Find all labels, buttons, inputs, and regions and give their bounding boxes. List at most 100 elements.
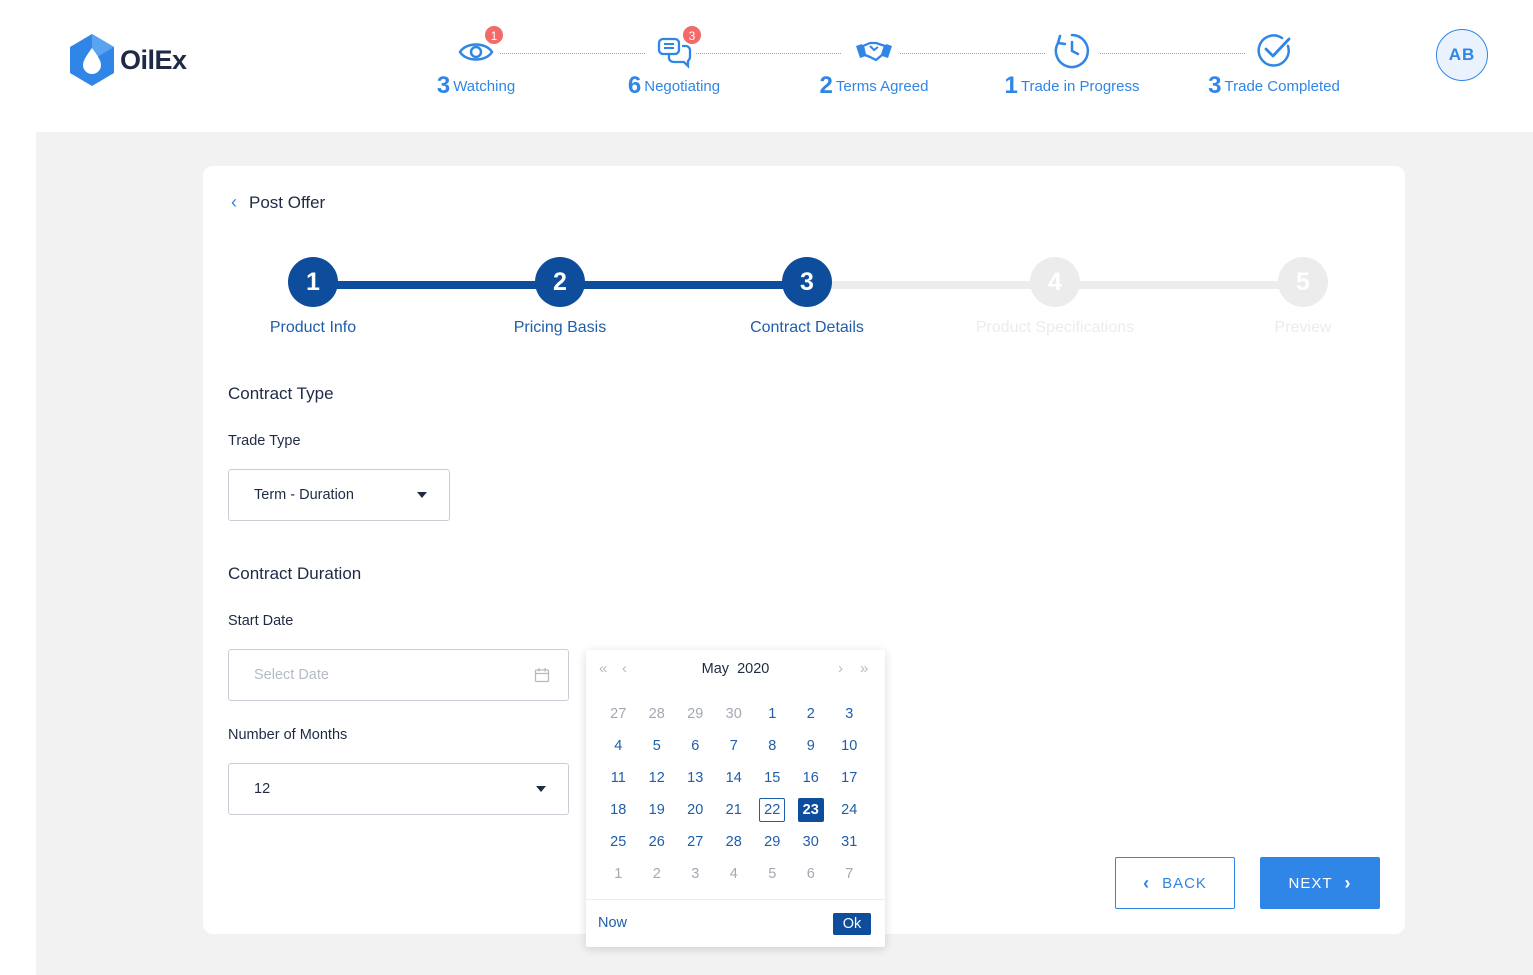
contract-type-heading: Contract Type bbox=[228, 384, 334, 403]
ok-button[interactable]: Ok bbox=[833, 913, 871, 935]
calendar-day-number: 26 bbox=[648, 834, 665, 850]
calendar-day[interactable]: 7 bbox=[830, 858, 869, 890]
calendar-day-number: 24 bbox=[841, 802, 858, 818]
status-negotiating[interactable]: 3 6 Negotiating bbox=[584, 25, 764, 100]
calendar-day[interactable]: 15 bbox=[753, 762, 792, 794]
calendar-day[interactable]: 14 bbox=[715, 762, 754, 794]
calendar-day[interactable]: 8 bbox=[753, 730, 792, 762]
status-count: 6 bbox=[627, 72, 642, 99]
calendar-day-number: 7 bbox=[729, 738, 738, 754]
calendar-day-number: 6 bbox=[806, 866, 815, 882]
months-label: Number of Months bbox=[228, 727, 348, 743]
calendar-day[interactable]: 7 bbox=[715, 730, 754, 762]
calendar-day[interactable]: 20 bbox=[676, 794, 715, 826]
start-date-placeholder: Select Date bbox=[254, 667, 329, 683]
status-trade-completed[interactable]: 3 Trade Completed bbox=[1184, 30, 1364, 100]
calendar-day[interactable]: 27 bbox=[676, 826, 715, 858]
months-select[interactable]: 12 bbox=[228, 763, 569, 815]
calendar-day-number: 1 bbox=[768, 706, 777, 722]
calendar-day-number: 28 bbox=[725, 834, 742, 850]
calendar-day[interactable]: 2 bbox=[792, 698, 831, 730]
calendar-day[interactable]: 4 bbox=[715, 858, 754, 890]
calendar-day-number: 31 bbox=[841, 834, 858, 850]
start-date-input[interactable]: Select Date bbox=[228, 649, 569, 701]
calendar-day-number: 17 bbox=[841, 770, 858, 786]
calendar-day[interactable]: 27 bbox=[599, 698, 638, 730]
now-button[interactable]: Now bbox=[598, 915, 627, 931]
calendar-day[interactable]: 28 bbox=[638, 698, 677, 730]
calendar-day[interactable]: 1 bbox=[753, 698, 792, 730]
calendar-day[interactable]: 12 bbox=[638, 762, 677, 794]
status-watching[interactable]: 1 3 Watching bbox=[386, 25, 566, 100]
next-button[interactable]: NEXT › bbox=[1260, 857, 1380, 909]
step-label: Preview bbox=[1274, 319, 1332, 336]
calendar-day-number: 4 bbox=[729, 866, 738, 882]
calendar-day[interactable]: 3 bbox=[676, 858, 715, 890]
calendar-day[interactable]: 3 bbox=[830, 698, 869, 730]
calendar-day[interactable]: 11 bbox=[599, 762, 638, 794]
step-number: 1 bbox=[288, 257, 338, 307]
calendar-footer: Now Ok bbox=[586, 899, 885, 947]
step-label: Product Specifications bbox=[975, 319, 1135, 336]
calendar-day[interactable]: 26 bbox=[638, 826, 677, 858]
calendar-month[interactable]: May bbox=[702, 661, 729, 677]
calendar-day-selected[interactable]: 23 bbox=[792, 794, 831, 826]
step-label: Contract Details bbox=[750, 319, 864, 336]
calendar-day[interactable]: 17 bbox=[830, 762, 869, 794]
step-number: 2 bbox=[535, 257, 585, 307]
calendar-day-number: 2 bbox=[806, 706, 815, 722]
calendar-day[interactable]: 30 bbox=[792, 826, 831, 858]
caret-down-icon bbox=[417, 492, 427, 498]
calendar-day[interactable]: 13 bbox=[676, 762, 715, 794]
chevron-right-icon: › bbox=[1344, 872, 1352, 893]
calendar-year[interactable]: 2020 bbox=[737, 661, 769, 677]
calendar-day[interactable]: 28 bbox=[715, 826, 754, 858]
calendar-day[interactable]: 21 bbox=[715, 794, 754, 826]
calendar-day-number: 13 bbox=[687, 770, 704, 786]
calendar-day[interactable]: 2 bbox=[638, 858, 677, 890]
oilex-logo-icon bbox=[70, 34, 114, 86]
calendar-day[interactable]: 24 bbox=[830, 794, 869, 826]
back-to-previous-link[interactable]: ‹ Post Offer bbox=[231, 192, 325, 213]
calendar-day-number: 19 bbox=[648, 802, 665, 818]
notification-badge: 3 bbox=[682, 25, 702, 45]
calendar-day-number: 2 bbox=[652, 866, 661, 882]
trade-type-select[interactable]: Term - Duration bbox=[228, 469, 450, 521]
wizard-step-3[interactable]: 3 Contract Details bbox=[707, 257, 907, 337]
calendar-day[interactable]: 6 bbox=[676, 730, 715, 762]
calendar-day[interactable]: 30 bbox=[715, 698, 754, 730]
calendar-day[interactable]: 10 bbox=[830, 730, 869, 762]
calendar-day[interactable]: 25 bbox=[599, 826, 638, 858]
calendar-day[interactable]: 18 bbox=[599, 794, 638, 826]
calendar-day[interactable]: 5 bbox=[638, 730, 677, 762]
calendar-day[interactable]: 5 bbox=[753, 858, 792, 890]
next-year-icon[interactable]: » bbox=[860, 660, 868, 677]
calendar-day-number: 20 bbox=[687, 802, 704, 818]
calendar-day[interactable]: 19 bbox=[638, 794, 677, 826]
calendar-day[interactable]: 4 bbox=[599, 730, 638, 762]
calendar-day[interactable]: 9 bbox=[792, 730, 831, 762]
trade-type-value: Term - Duration bbox=[254, 487, 354, 503]
calendar-day[interactable]: 29 bbox=[753, 826, 792, 858]
calendar-day[interactable]: 1 bbox=[599, 858, 638, 890]
calendar-day[interactable]: 16 bbox=[792, 762, 831, 794]
calendar-day-number: 4 bbox=[614, 738, 623, 754]
app-logo[interactable]: OilEx bbox=[68, 32, 187, 88]
calendar-day[interactable]: 6 bbox=[792, 858, 831, 890]
user-avatar[interactable]: AB bbox=[1436, 29, 1488, 81]
calendar-day[interactable]: 31 bbox=[830, 826, 869, 858]
wizard-step-1[interactable]: 1 Product Info bbox=[213, 257, 413, 337]
calendar-day[interactable]: 29 bbox=[676, 698, 715, 730]
status-terms-agreed[interactable]: 2 Terms Agreed bbox=[784, 30, 964, 100]
calendar-day-number: 25 bbox=[610, 834, 627, 850]
step-number: 5 bbox=[1278, 257, 1328, 307]
calendar-day-today[interactable]: 22 bbox=[753, 794, 792, 826]
status-trade-in-progress[interactable]: 1 Trade in Progress bbox=[982, 30, 1162, 100]
caret-down-icon bbox=[536, 786, 546, 792]
handshake-icon bbox=[856, 41, 892, 62]
next-month-icon[interactable]: › bbox=[838, 660, 843, 677]
wizard-step-2[interactable]: 2 Pricing Basis bbox=[460, 257, 660, 337]
app-name: OilEx bbox=[120, 44, 187, 75]
wizard-step-5: 5 Preview bbox=[1203, 257, 1403, 337]
back-button[interactable]: ‹ BACK bbox=[1115, 857, 1235, 909]
